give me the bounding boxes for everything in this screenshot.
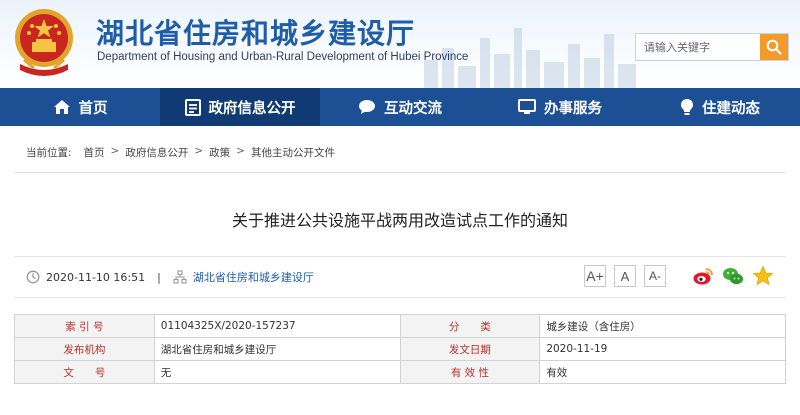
breadcrumb: 当前位置: 首页 > 政府信息公开 > 政策 > 其他主动公开文件 [14, 145, 786, 173]
publisher-value: 湖北省住房和城乡建设厅 [153, 337, 401, 361]
document-number-value: 无 [153, 360, 401, 384]
national-emblem-logo [15, 9, 73, 76]
document-number-label: 文 号 [14, 360, 155, 384]
nav-item-label: 办事服务 [544, 100, 602, 117]
issue-date-label: 发文日期 [399, 337, 541, 361]
validity-label: 有 效 性 [399, 360, 541, 384]
table-row: 文 号 无 有 效 性 有效 [14, 360, 786, 384]
document-icon [184, 98, 201, 116]
nav-item-gov-info[interactable]: 政府信息公开 [160, 88, 320, 126]
publisher-label: 发布机构 [14, 337, 155, 361]
font-increase-label: A+ [586, 268, 604, 284]
breadcrumb-label: 当前位置: [26, 147, 72, 159]
organization-icon [173, 270, 187, 284]
breadcrumb-item-gov-info[interactable]: 政府信息公开 [125, 145, 188, 160]
index-number-value: 01104325X/2020-157237 [153, 314, 401, 338]
clock-icon [26, 270, 40, 284]
breadcrumb-item-other-files[interactable]: 其他主动公开文件 [251, 145, 335, 160]
nav-item-label: 互动交流 [384, 100, 442, 117]
main-nav: 首页 政府信息公开 互动交流 办事服务 住建动态 [0, 88, 800, 126]
nav-item-interaction[interactable]: 互动交流 [320, 88, 480, 126]
nav-item-news[interactable]: 住建动态 [640, 88, 800, 126]
search-icon [766, 39, 782, 55]
breadcrumb-separator: > [236, 145, 245, 157]
home-icon [53, 100, 70, 114]
font-increase-button[interactable]: A+ [584, 265, 606, 287]
search-button[interactable] [760, 34, 788, 60]
font-decrease-button[interactable]: A- [644, 265, 666, 287]
font-default-button[interactable]: A [614, 265, 636, 287]
category-label: 分 类 [399, 314, 541, 338]
breadcrumb-separator: > [194, 145, 204, 157]
table-row: 发布机构 湖北省住房和城乡建设厅 发文日期 2020-11-19 [14, 337, 786, 361]
article-meta: 2020-11-10 16:51 | 湖北省住房和城乡建设厅 [26, 269, 314, 285]
breadcrumb-item-policy[interactable]: 政策 [209, 145, 230, 160]
monitor-icon [518, 99, 536, 114]
site-title: 湖北省住房和城乡建设厅 [96, 17, 416, 50]
validity-value: 有效 [539, 360, 786, 384]
nav-item-home[interactable]: 首页 [0, 88, 160, 126]
document-info-table: 索 引 号 01104325X/2020-157237 分 类 城乡建设（含住房… [14, 314, 786, 384]
index-number-label: 索 引 号 [14, 314, 155, 338]
table-row: 索 引 号 01104325X/2020-157237 分 类 城乡建设（含住房… [14, 314, 786, 338]
nav-item-services[interactable]: 办事服务 [480, 88, 640, 126]
chat-bubble-icon [359, 100, 375, 114]
font-default-label: A [620, 268, 630, 284]
nav-item-label: 首页 [78, 100, 108, 117]
site-header: 湖北省住房和城乡建设厅 Department of Housing and Ur… [0, 0, 800, 88]
nav-item-label: 政府信息公开 [208, 100, 296, 117]
category-value: 城乡建设（含住房） [539, 314, 786, 338]
breadcrumb-item-home[interactable]: 首页 [84, 145, 105, 160]
lightbulb-icon [681, 99, 693, 115]
issue-date-value: 2020-11-19 [539, 337, 786, 361]
publish-source[interactable]: 湖北省住房和城乡建设厅 [193, 269, 314, 285]
publish-datetime: 2020-11-10 16:51 [46, 270, 146, 284]
favorite-star-icon[interactable] [752, 265, 774, 287]
search-box [635, 33, 789, 61]
search-input[interactable] [636, 34, 760, 60]
nav-item-label: 住建动态 [702, 100, 760, 117]
wechat-icon[interactable] [722, 265, 744, 287]
breadcrumb-separator: > [110, 145, 120, 157]
article-meta-bar: 2020-11-10 16:51 | 湖北省住房和城乡建设厅 A+ A A- [14, 256, 786, 298]
article-tools: A+ A A- [584, 265, 774, 287]
font-decrease-label: A- [649, 269, 661, 283]
meta-divider: | [157, 270, 161, 284]
site-subtitle: Department of Housing and Urban-Rural De… [97, 51, 469, 63]
article-title: 关于推进公共设施平战两用改造试点工作的通知 [231, 211, 568, 230]
weibo-icon[interactable] [692, 265, 714, 287]
